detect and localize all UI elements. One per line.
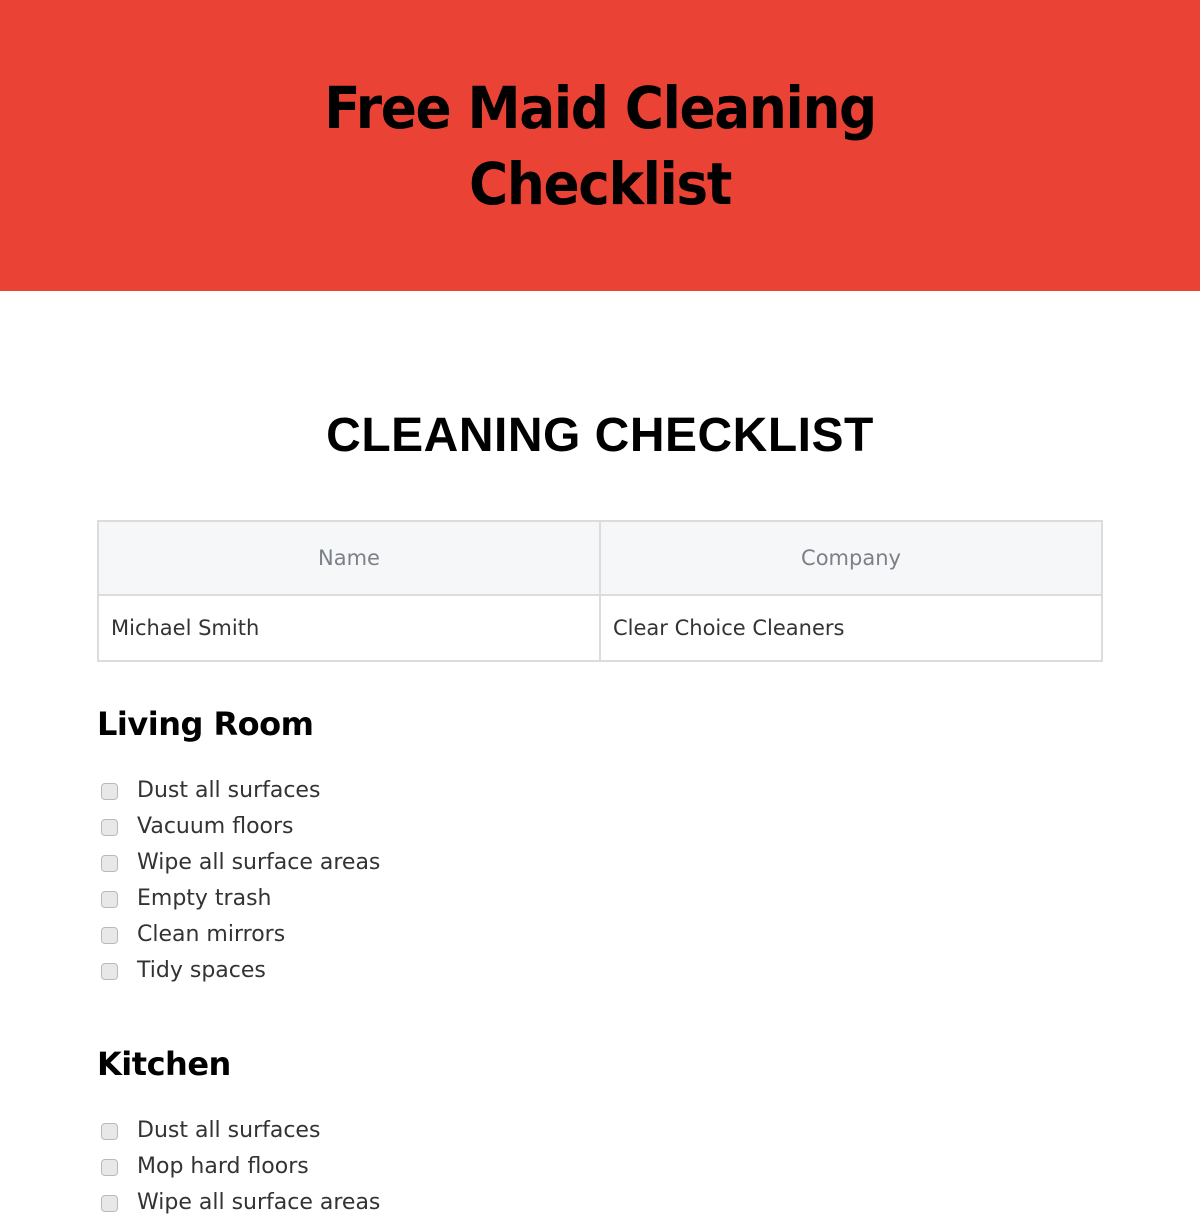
checklist-item[interactable]: Mop hard floors <box>101 1148 380 1184</box>
checklist-item-label: Dust all surfaces <box>137 777 321 803</box>
checklist-item[interactable]: Clean mirrors <box>101 916 380 952</box>
checklist-item-label: Mop hard floors <box>137 1153 309 1179</box>
company-header: Company <box>599 520 1103 596</box>
checklist-item[interactable]: Dust all surfaces <box>101 1112 380 1148</box>
checklist-item-label: Vacuum floors <box>137 813 294 839</box>
checklist-item[interactable]: Dust all surfaces <box>101 772 380 808</box>
checklist-item[interactable]: Vacuum floors <box>101 808 380 844</box>
checkbox[interactable] <box>101 927 118 944</box>
info-table: Name Company Michael Smith Clear Choice … <box>97 520 1103 662</box>
checklist-item-label: Dust all surfaces <box>137 1117 321 1143</box>
kitchen-checklist: Dust all surfaces Mop hard floors Wipe a… <box>101 1112 380 1220</box>
living-room-checklist: Dust all surfaces Vacuum floors Wipe all… <box>101 772 380 988</box>
checkbox[interactable] <box>101 1159 118 1176</box>
name-header: Name <box>97 520 601 596</box>
header-banner: Free Maid Cleaning Checklist <box>0 0 1200 291</box>
checkbox[interactable] <box>101 891 118 908</box>
name-value[interactable]: Michael Smith <box>97 594 601 662</box>
checkbox[interactable] <box>101 855 118 872</box>
checklist-item[interactable]: Wipe all surface areas <box>101 844 380 880</box>
checklist-item-label: Empty trash <box>137 885 272 911</box>
checkbox[interactable] <box>101 819 118 836</box>
checkbox[interactable] <box>101 1123 118 1140</box>
banner-title: Free Maid Cleaning Checklist <box>324 73 877 218</box>
checklist-item[interactable]: Tidy spaces <box>101 952 380 988</box>
section-heading-kitchen: Kitchen <box>97 1045 231 1083</box>
checklist-item[interactable]: Empty trash <box>101 880 380 916</box>
checklist-item-label: Wipe all surface areas <box>137 1189 381 1215</box>
checkbox[interactable] <box>101 1195 118 1212</box>
info-table-row: Michael Smith Clear Choice Cleaners <box>97 594 1103 662</box>
document-title: CLEANING CHECKLIST <box>326 409 874 462</box>
info-table-header-row: Name Company <box>97 520 1103 596</box>
checklist-item-label: Clean mirrors <box>137 921 286 947</box>
section-heading-living-room: Living Room <box>97 705 314 743</box>
checkbox[interactable] <box>101 783 118 800</box>
company-value[interactable]: Clear Choice Cleaners <box>599 594 1103 662</box>
checklist-item[interactable]: Wipe all surface areas <box>101 1184 380 1220</box>
checklist-item-label: Tidy spaces <box>137 957 266 983</box>
checklist-item-label: Wipe all surface areas <box>137 849 381 875</box>
checkbox[interactable] <box>101 963 118 980</box>
